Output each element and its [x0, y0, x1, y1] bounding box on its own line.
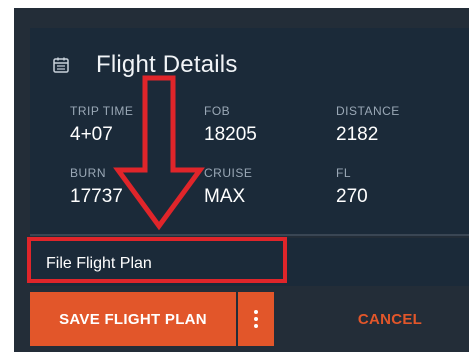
stat-value: 2182 [336, 124, 379, 145]
card-title: Flight Details [96, 51, 238, 78]
flight-stats-grid: TRIP TIME 4+07 FOB 18205 DISTANCE 2182 B… [54, 104, 464, 234]
stat-trip-time: TRIP TIME 4+07 [70, 104, 200, 146]
stat-label: FL [336, 166, 352, 180]
file-flight-plan-menu-item[interactable]: File Flight Plan [30, 238, 469, 286]
stat-burn: BURN 17737 [70, 166, 200, 208]
stat-label: CRUISE [204, 166, 253, 180]
card-header: Flight Details [52, 50, 238, 80]
stat-value: 17737 [70, 186, 123, 207]
file-flight-plan-label: File Flight Plan [46, 255, 152, 272]
stat-label: TRIP TIME [70, 104, 134, 118]
stat-label: FOB [204, 104, 231, 118]
screenshot-frame: Flight Details TRIP TIME 4+07 FOB 18205 … [0, 0, 469, 352]
stat-value: 4+07 [70, 124, 113, 145]
stat-label: BURN [70, 166, 107, 180]
stat-value: 18205 [204, 124, 257, 145]
stat-value: 270 [336, 186, 368, 207]
save-flight-plan-button[interactable]: SAVE FLIGHT PLAN [30, 292, 236, 346]
cancel-button[interactable]: CANCEL [322, 292, 458, 346]
flight-details-card: Flight Details TRIP TIME 4+07 FOB 18205 … [30, 28, 469, 234]
more-options-button[interactable] [238, 292, 274, 346]
stat-fob: FOB 18205 [204, 104, 334, 146]
stat-label: DISTANCE [336, 104, 400, 118]
kebab-menu-icon [254, 309, 258, 329]
calendar-icon [52, 56, 70, 74]
stat-fl: FL 270 [336, 166, 466, 208]
stat-distance: DISTANCE 2182 [336, 104, 466, 146]
stat-value: MAX [204, 186, 246, 207]
divider [30, 234, 469, 236]
stat-cruise: CRUISE MAX [204, 166, 334, 208]
